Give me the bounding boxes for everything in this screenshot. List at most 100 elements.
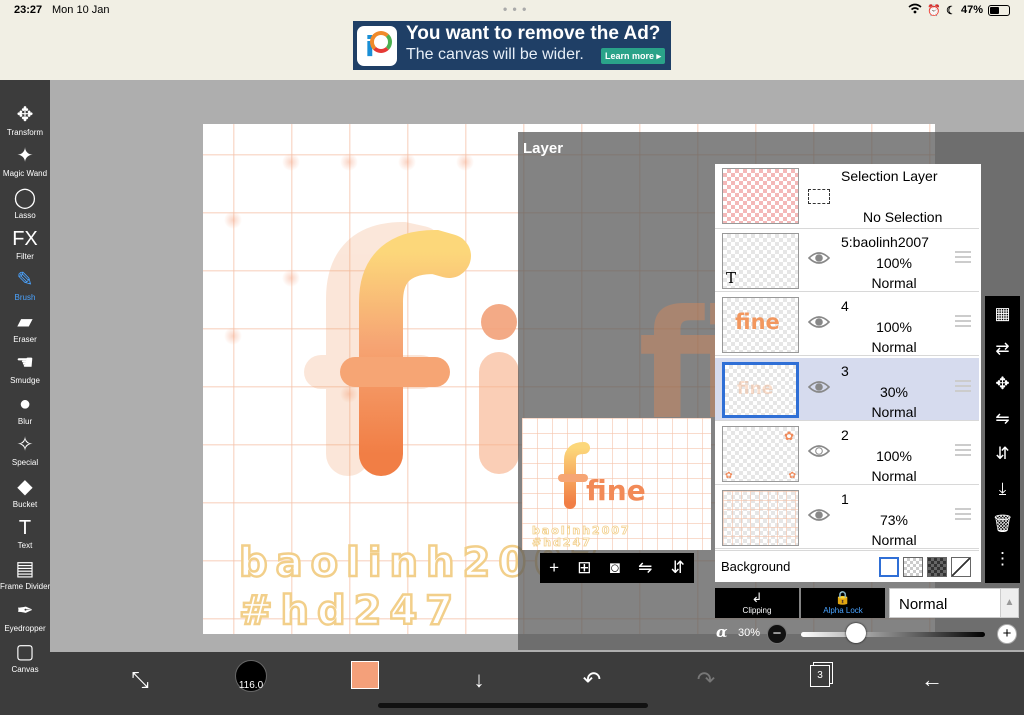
ibis-paint-logo: i [357, 26, 397, 66]
tool-blur[interactable]: ● Blur [0, 391, 50, 432]
background-row[interactable]: Background [715, 550, 979, 582]
move-layer-icon[interactable]: ✥ [985, 366, 1020, 401]
redo-icon[interactable]: ↷ [686, 660, 726, 700]
tool-filter[interactable]: FX Filter [0, 226, 50, 267]
text-layer-glyph: T [726, 269, 737, 287]
tool-text[interactable]: T Text [0, 515, 50, 556]
visibility-eye-icon[interactable] [808, 444, 830, 458]
wifi-icon [908, 3, 922, 17]
background-transparent-swatch[interactable] [903, 557, 923, 577]
tool-brush[interactable]: ✎ Brush [0, 267, 50, 308]
drag-handle-icon[interactable] [955, 508, 971, 521]
text-icon: T [18, 517, 32, 539]
merge-down-icon[interactable]: ⤓ [985, 471, 1020, 506]
more-options-icon[interactable]: ⋮ [985, 541, 1020, 576]
layer-blend-mode: Normal [871, 339, 917, 356]
blur-icon: ● [18, 393, 32, 416]
opacity-slider-knob[interactable] [846, 623, 867, 643]
layer-row[interactable]: 1 73% Normal [715, 486, 979, 550]
layers-button[interactable]: 3 [810, 665, 830, 687]
tool-label: Eyedropper [4, 623, 46, 633]
visibility-eye-icon[interactable] [808, 508, 830, 522]
layer-thumb-word: fine [737, 378, 774, 399]
home-indicator[interactable] [378, 703, 648, 708]
layer-thumbnail: T [722, 233, 799, 289]
tool-palette: ✥ Transform ✦ Magic Wand ◯ Lasso FX Filter ✎ Brus… [0, 80, 50, 715]
duplicate-layer-icon[interactable]: ⊞ [577, 558, 591, 578]
undo-icon[interactable]: ↶ [572, 660, 612, 700]
back-arrow-icon[interactable]: ← [912, 660, 952, 700]
down-arrow-icon[interactable]: ↓ [459, 660, 499, 700]
bucket-icon: ◆ [17, 475, 33, 498]
tool-label: Blur [17, 417, 33, 427]
trash-icon[interactable]: 🗑 [985, 506, 1020, 541]
alpha-lock-button[interactable]: 🔒 Alpha Lock [801, 588, 885, 618]
background-dark-swatch[interactable] [927, 557, 947, 577]
layer-row[interactable]: fine 4 100% Normal [715, 293, 979, 357]
preview-toolbar: + ⊞ ◙ ⇋ ⇵ [540, 553, 694, 583]
layer-thumb-word: fine [735, 310, 780, 335]
eraser-icon: ▰ [17, 310, 33, 333]
tool-label: Filter [16, 251, 34, 261]
layer-opacity: 73% [879, 512, 909, 529]
layer-row[interactable]: T 5:baolinh2007 100% Normal [715, 229, 979, 292]
tool-label: Eraser [13, 334, 37, 344]
flip-layer-horizontal-icon[interactable]: ⇋ [985, 401, 1020, 436]
selection-layer-row[interactable]: Selection Layer No Selection [715, 164, 979, 229]
ad-banner[interactable]: i You want to remove the Ad? The canvas … [353, 21, 671, 70]
tool-special[interactable]: ✧ Special [0, 432, 50, 473]
canvas-preview[interactable]: fine baolinh2007 #hd247 [522, 418, 711, 550]
layer-thumbnail: fine [722, 361, 799, 418]
layer-blend-controls: ↲ Clipping 🔒 Alpha Lock Normal ▲ α 30% −… [715, 588, 1021, 646]
visibility-eye-icon[interactable] [808, 251, 830, 265]
drag-handle-icon[interactable] [955, 443, 971, 456]
background-none-swatch[interactable] [951, 557, 971, 577]
layer-row[interactable]: fine 3 30% Normal [715, 357, 979, 421]
opacity-increase-button[interactable]: + [997, 624, 1017, 644]
visibility-eye-icon[interactable] [808, 380, 830, 394]
background-white-swatch[interactable] [879, 557, 899, 577]
multitask-dots-icon[interactable]: • • • [503, 2, 527, 16]
checker-layer-icon[interactable]: ▦ [985, 296, 1020, 331]
opacity-decrease-button[interactable]: − [767, 624, 787, 644]
brush-size-button[interactable]: 116.0 [235, 660, 267, 692]
selection-layer-thumbnail [722, 168, 799, 224]
visibility-eye-icon[interactable] [808, 315, 830, 329]
layer-list: Selection Layer No Selection T 5:baolinh2… [715, 164, 981, 582]
tool-smudge[interactable]: ☚ Smudge [0, 350, 50, 391]
transform-icon: ✥ [16, 104, 34, 126]
drag-handle-icon[interactable] [955, 379, 971, 392]
flip-layer-vertical-icon[interactable]: ⇵ [985, 436, 1020, 471]
drag-handle-icon[interactable] [955, 315, 971, 328]
layer-blend-mode: Normal [871, 275, 917, 291]
tool-magic-wand[interactable]: ✦ Magic Wand [0, 143, 50, 184]
tool-transform[interactable]: ✥ Transform [0, 102, 50, 143]
smudge-icon: ☚ [16, 351, 34, 374]
blend-mode-select[interactable]: Normal ▲ [889, 588, 1019, 618]
tool-label: Transform [6, 128, 44, 137]
clipping-button[interactable]: ↲ Clipping [715, 588, 799, 618]
drag-handle-icon[interactable] [955, 251, 971, 263]
layer-row[interactable]: ✿ ✿ ✿ 2 100% Normal [715, 421, 979, 485]
tool-lasso[interactable]: ◯ Lasso [0, 185, 50, 226]
flip-horizontal-icon[interactable]: ⇋ [638, 558, 652, 578]
opacity-slider[interactable] [801, 632, 985, 637]
eyedropper-icon: ✒ [16, 599, 34, 622]
tool-label: Frame Divider [0, 582, 51, 592]
tool-eraser[interactable]: ▰ Eraser [0, 309, 50, 350]
learn-more-button[interactable]: Learn more ▸ [601, 48, 665, 64]
color-swatch[interactable] [351, 661, 379, 689]
camera-icon[interactable]: ◙ [610, 558, 620, 578]
tool-frame-divider[interactable]: ▤ Frame Divider [0, 556, 50, 597]
add-layer-icon[interactable]: + [549, 558, 559, 578]
convert-layer-icon[interactable]: ⇄ [985, 331, 1020, 366]
swap-icon[interactable]: ⤡ [120, 660, 160, 700]
dropdown-arrow-icon: ▲ [1000, 589, 1018, 617]
tool-label: Special [11, 458, 39, 468]
tool-canvas[interactable]: ▢ Canvas [0, 639, 50, 680]
magic-wand-icon: ✦ [16, 145, 34, 168]
tool-eyedropper[interactable]: ✒ Eyedropper [0, 598, 50, 639]
tool-bucket[interactable]: ◆ Bucket [0, 474, 50, 515]
flip-vertical-icon[interactable]: ⇵ [671, 558, 685, 578]
layer-opacity: 100% [876, 319, 912, 336]
